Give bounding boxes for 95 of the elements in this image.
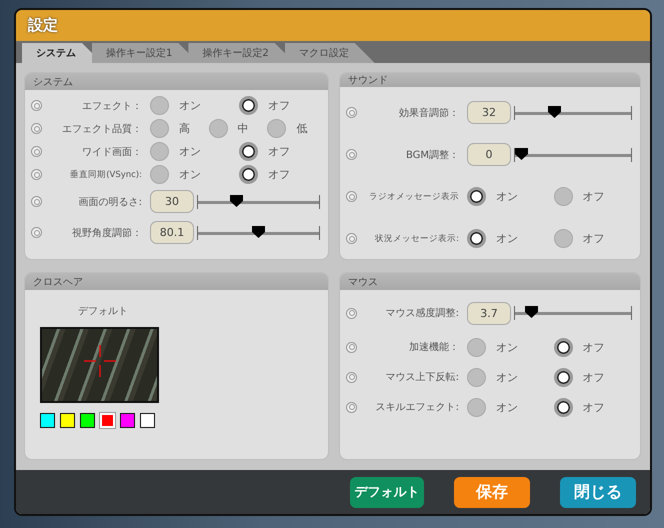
radio-button[interactable]	[239, 96, 258, 115]
option-label: オフ	[268, 144, 290, 159]
panel-title: システム	[33, 76, 73, 88]
bullet-icon	[31, 196, 42, 207]
setting-label: ワイド画面：	[81, 146, 143, 158]
bullet-icon	[31, 146, 42, 157]
bullet-icon	[346, 402, 357, 412]
bullet-icon	[31, 123, 42, 134]
bullet-icon	[346, 372, 357, 382]
radio-button[interactable]	[150, 165, 169, 184]
radio-button[interactable]	[554, 187, 572, 206]
color-swatch[interactable]	[40, 413, 55, 428]
slider-track[interactable]	[514, 306, 632, 320]
value-field[interactable]: 3.7	[467, 302, 511, 324]
radio-button[interactable]	[150, 119, 169, 138]
setting-label: ラジオメッセージ表示	[368, 190, 460, 202]
option-label: オン	[496, 231, 518, 246]
option-label: オフ	[582, 189, 604, 204]
radio-button[interactable]	[554, 229, 572, 248]
color-swatch[interactable]	[140, 413, 155, 428]
radio-button[interactable]	[467, 338, 486, 356]
option-label: オン	[179, 98, 201, 113]
slider-thumb[interactable]	[230, 194, 244, 206]
radio-button[interactable]	[554, 368, 572, 386]
setting-label: 画面の明るさ:	[78, 196, 143, 208]
radio-button[interactable]	[239, 142, 258, 161]
radio-button[interactable]	[467, 229, 486, 248]
color-swatch[interactable]	[60, 413, 75, 428]
bullet-icon	[346, 233, 357, 244]
option-label: 高	[179, 121, 190, 136]
option-label: 中	[238, 121, 249, 136]
color-swatch[interactable]	[120, 413, 135, 428]
slider-track[interactable]	[514, 106, 632, 120]
tab[interactable]: マクロ設定	[284, 43, 375, 63]
setting-label: 視野角度調節：	[71, 226, 143, 240]
radio-button[interactable]	[554, 338, 572, 356]
option-label: オン	[496, 189, 518, 204]
bullet-icon	[31, 169, 42, 180]
radio-button[interactable]	[150, 142, 169, 161]
setting-label: エフェクト：	[81, 100, 143, 112]
slider-thumb[interactable]	[515, 148, 528, 160]
setting-label: 効果音調節：	[398, 106, 460, 120]
setting-label: BGM調整：	[404, 148, 460, 162]
setting-label: 垂直同期(VSync):	[69, 168, 143, 180]
crosshair-name: デフォルト	[78, 305, 128, 318]
value-field[interactable]: 30	[150, 190, 194, 213]
bullet-icon	[31, 227, 42, 238]
reset-button[interactable]: デフォルト	[350, 476, 424, 508]
setting-label: 状況メッセージ表示:	[374, 232, 460, 244]
option-label: オフ	[582, 231, 604, 246]
option-label: オフ	[268, 98, 290, 113]
option-label: オン	[496, 340, 518, 354]
crosshair-icon	[84, 345, 116, 377]
setting-label: エフェクト品質：	[61, 122, 143, 136]
radio-button[interactable]	[467, 368, 486, 386]
radio-button[interactable]	[467, 398, 486, 416]
option-label: オン	[179, 167, 201, 182]
setting-label: 加速機能：	[408, 340, 460, 354]
option-label: 低	[296, 121, 308, 136]
bullet-icon	[346, 107, 357, 118]
panel-title: マウス	[348, 276, 378, 288]
value-field[interactable]: 32	[467, 101, 511, 124]
radio-button[interactable]	[208, 119, 228, 138]
option-label: オフ	[582, 400, 604, 414]
radio-button[interactable]	[150, 96, 169, 115]
slider-track[interactable]	[514, 148, 632, 162]
option-label: オフ	[582, 370, 604, 384]
panel-title: サウンド	[348, 74, 388, 87]
bullet-icon	[346, 149, 357, 160]
option-label: オン	[496, 400, 518, 414]
radio-button[interactable]	[239, 165, 258, 184]
panel-title: クロスヘア	[33, 276, 83, 288]
option-label: オフ	[582, 340, 604, 354]
bullet-icon	[346, 191, 357, 202]
slider-track[interactable]	[197, 194, 320, 208]
option-label: オン	[179, 144, 201, 159]
window-title: 設定	[28, 16, 58, 35]
setting-label: マウス感度調整:	[384, 306, 460, 320]
radio-button[interactable]	[267, 119, 286, 138]
option-label: オフ	[268, 167, 290, 182]
slider-track[interactable]	[197, 226, 320, 240]
slider-thumb[interactable]	[548, 106, 561, 118]
slider-thumb[interactable]	[525, 306, 538, 318]
radio-button[interactable]	[554, 398, 572, 416]
setting-label: スキルエフェクト:	[374, 401, 460, 414]
bullet-icon	[346, 308, 357, 318]
option-label: オン	[496, 370, 518, 384]
radio-button[interactable]	[467, 187, 486, 206]
value-field[interactable]: 80.1	[150, 221, 194, 244]
color-swatch[interactable]	[80, 413, 95, 428]
slider-thumb[interactable]	[252, 226, 265, 238]
bullet-icon	[346, 342, 357, 352]
bullet-icon	[31, 100, 42, 111]
setting-label: マウス上下反転:	[384, 370, 460, 384]
value-field[interactable]: 0	[467, 143, 511, 166]
